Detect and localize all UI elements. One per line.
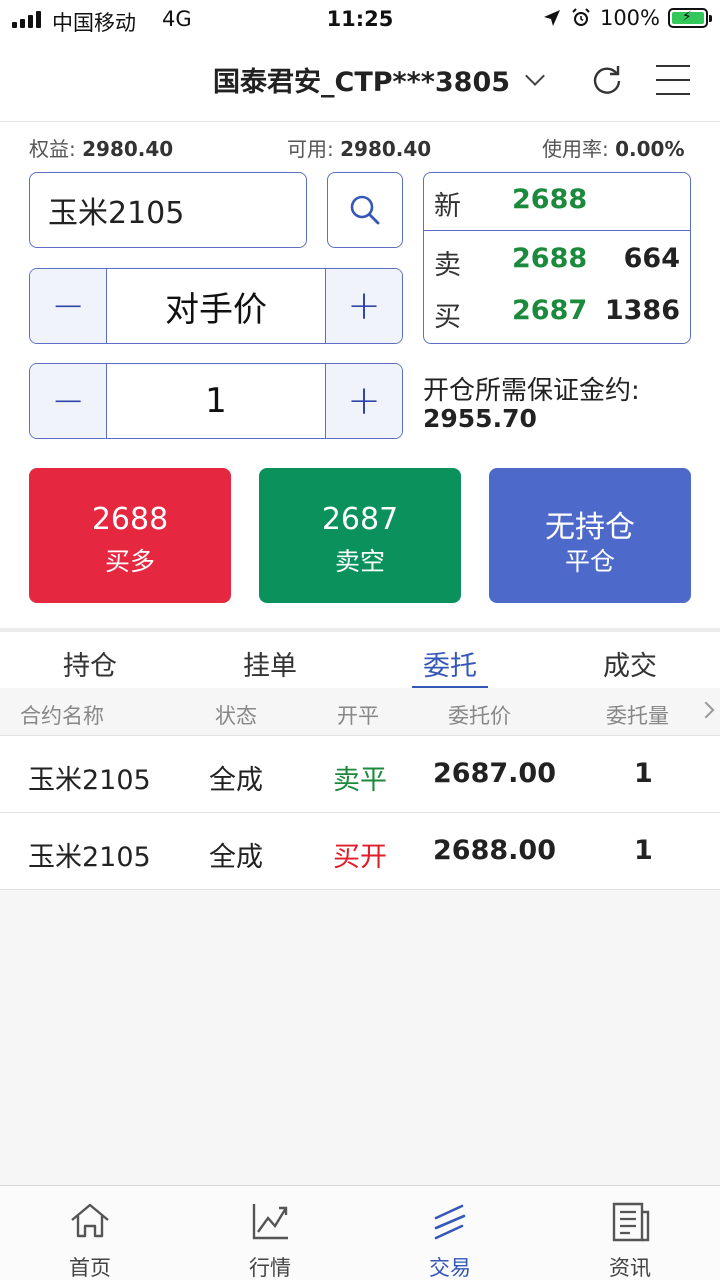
ask-row: 卖 2688 664 [434,243,680,281]
alarm-icon [572,8,590,26]
contract-value: 玉米2105 [48,196,185,231]
col-open-close: 开平 [337,704,379,728]
table-row[interactable]: 玉米2105 全成 买开 2688.00 1 [0,813,720,890]
location-icon [543,10,560,26]
account-selector[interactable]: 国泰君安_CTP***3805 [213,60,545,99]
bid-price: 2687 [512,295,588,326]
bid-row: 买 2687 1386 [434,295,680,333]
ask-volume: 664 [623,243,680,274]
menu-icon[interactable] [656,65,690,95]
quote-panel: 新 2688 卖 2688 664 买 2687 1386 [423,172,691,344]
price-type[interactable]: 对手价 [107,269,325,343]
usage-rate: 使用率: 0.00% [542,137,685,161]
sell-short-button[interactable]: 2687 卖空 [259,468,461,603]
margin-label: 开仓所需保证金约: [423,376,640,406]
last-price: 2688 [512,184,588,215]
account-name: 国泰君安_CTP***3805 [213,67,511,98]
close-status: 无持仓 [545,510,635,545]
status-right: 100% ⚡ [542,6,712,30]
nav-trade[interactable]: 交易 [360,1186,540,1280]
close-label: 平仓 [564,547,615,576]
sell-price: 2687 [321,502,399,537]
chevron-down-icon [525,65,545,86]
equity: 权益: 2980.40 [29,137,174,161]
status-bar: 中国移动 4G 11:25 100% ⚡ [0,0,720,40]
quantity-increment-button[interactable]: + [325,364,402,438]
price-decrement-button[interactable]: − [30,269,107,343]
search-button[interactable] [327,172,403,248]
trade-icon [434,1204,466,1240]
refresh-icon[interactable] [590,62,624,96]
order-tabs: 持仓 挂单 委托 成交 [0,632,720,689]
nav-market[interactable]: 行情 [180,1186,360,1280]
table-row[interactable]: 玉米2105 全成 卖平 2687.00 1 [0,736,720,813]
bottom-nav: 首页 行情 交易 资讯 [0,1185,720,1280]
header: 国泰君安_CTP***3805 [0,40,720,122]
chart-icon [252,1204,288,1240]
home-icon [71,1203,109,1238]
col-quantity: 委托量 [606,704,669,728]
account-summary: 权益: 2980.40 可用: 2980.40 使用率: 0.00% [0,133,720,163]
search-icon [350,195,380,225]
battery-percent: 100% [599,6,660,30]
contract-input[interactable]: 玉米2105 [29,172,307,248]
col-contract: 合约名称 [20,704,104,728]
bid-volume: 1386 [604,295,680,326]
quantity-stepper: − 1 + [29,363,403,439]
margin-value: 2955.70 [423,404,537,433]
news-icon [612,1202,650,1242]
ask-price: 2688 [512,243,588,274]
battery-icon: ⚡ [668,8,712,28]
tab-positions[interactable]: 持仓 [40,644,140,683]
tab-pending[interactable]: 挂单 [220,644,320,683]
price-stepper: − 对手价 + [29,268,403,344]
available-funds: 可用: 2980.40 [287,137,432,161]
col-price: 委托价 [448,704,511,728]
col-status: 状态 [215,704,257,728]
buy-label: 买多 [104,547,155,576]
nav-news[interactable]: 资讯 [540,1186,720,1280]
close-position-button[interactable]: 无持仓 平仓 [489,468,691,603]
sell-label: 卖空 [334,547,385,576]
tab-trades[interactable]: 成交 [580,644,680,683]
price-increment-button[interactable]: + [325,269,402,343]
buy-long-button[interactable]: 2688 买多 [29,468,231,603]
nav-home[interactable]: 首页 [0,1186,180,1280]
chevron-right-icon[interactable] [697,701,715,719]
quantity-decrement-button[interactable]: − [30,364,107,438]
quantity-value[interactable]: 1 [107,364,325,438]
last-price-row: 新 2688 [434,184,588,222]
orders-table: 合约名称 状态 开平 委托价 委托量 玉米2105 全成 卖平 2687.00 … [0,688,720,1185]
tab-orders[interactable]: 委托 [400,644,500,683]
buy-price: 2688 [91,502,169,537]
table-header: 合约名称 状态 开平 委托价 委托量 [0,688,720,736]
